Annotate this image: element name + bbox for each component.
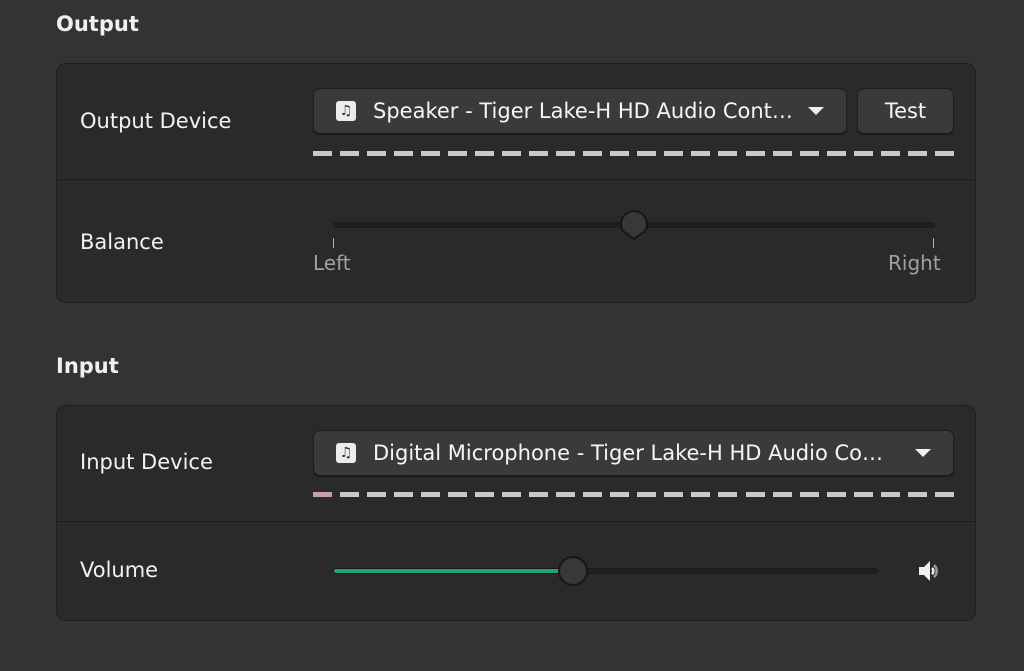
- level-segment: [907, 492, 927, 497]
- output-card: Output Device ♫ Speaker - Tiger Lake-H H…: [56, 63, 976, 303]
- level-segment: [556, 151, 576, 156]
- level-segment: [691, 151, 711, 156]
- level-segment: [745, 151, 765, 156]
- level-segment: [772, 151, 792, 156]
- level-segment: [637, 492, 657, 497]
- output-level-meter: [313, 151, 954, 156]
- level-segment: [772, 492, 792, 497]
- level-segment: [664, 492, 684, 497]
- level-segment: [880, 492, 900, 497]
- input-section-title: Input: [56, 354, 119, 378]
- input-device-row: Input Device ♫ Digital Microphone - Tige…: [57, 406, 975, 521]
- level-segment: [502, 492, 522, 497]
- output-section-title: Output: [56, 12, 139, 36]
- level-segment: [691, 492, 711, 497]
- level-segment: [448, 151, 468, 156]
- level-segment: [934, 492, 954, 497]
- level-segment: [502, 151, 522, 156]
- level-segment: [934, 151, 954, 156]
- volume-slider-fill: [334, 569, 573, 573]
- input-device-dropdown[interactable]: ♫ Digital Microphone - Tiger Lake-H HD A…: [313, 430, 954, 476]
- balance-row: Balance Left Right: [57, 179, 975, 303]
- level-segment: [529, 151, 549, 156]
- balance-left-label: Left: [313, 251, 351, 275]
- level-segment: [826, 151, 846, 156]
- balance-right-label: Right: [888, 251, 941, 275]
- level-segment: [799, 492, 819, 497]
- level-segment: [556, 492, 576, 497]
- level-segment: [853, 492, 873, 497]
- level-segment: [880, 151, 900, 156]
- level-segment: [610, 492, 630, 497]
- chevron-down-icon: [915, 449, 931, 457]
- level-segment: [421, 151, 441, 156]
- balance-tick-right: [933, 238, 934, 248]
- level-segment: [367, 492, 387, 497]
- level-segment: [718, 492, 738, 497]
- input-card: Input Device ♫ Digital Microphone - Tige…: [56, 405, 976, 621]
- balance-slider-handle[interactable]: [618, 209, 650, 249]
- level-segment: [745, 492, 765, 497]
- level-segment: [826, 492, 846, 497]
- input-device-selected: Digital Microphone - Tiger Lake-H HD Aud…: [373, 441, 883, 465]
- music-note-icon: ♫: [336, 443, 356, 463]
- level-segment: [421, 492, 441, 497]
- level-segment: [475, 151, 495, 156]
- volume-row: Volume: [57, 521, 975, 621]
- level-segment: [907, 151, 927, 156]
- level-segment: [475, 492, 495, 497]
- balance-label: Balance: [80, 230, 164, 254]
- input-device-label: Input Device: [80, 450, 213, 474]
- level-segment: [394, 151, 414, 156]
- volume-slider-handle[interactable]: [557, 556, 588, 586]
- speaker-volume-icon[interactable]: [916, 557, 944, 585]
- level-segment: [664, 151, 684, 156]
- level-segment: [367, 151, 387, 156]
- input-level-meter: [313, 492, 954, 497]
- volume-label: Volume: [80, 558, 159, 582]
- chevron-down-icon: [808, 107, 824, 115]
- level-segment: [529, 492, 549, 497]
- test-button[interactable]: Test: [857, 88, 954, 134]
- volume-slider-track[interactable]: [333, 568, 878, 574]
- level-segment: [448, 492, 468, 497]
- output-device-dropdown[interactable]: ♫ Speaker - Tiger Lake-H HD Audio Cont…: [313, 88, 847, 134]
- output-device-label: Output Device: [80, 109, 232, 133]
- music-note-icon: ♫: [336, 101, 356, 121]
- level-segment: [340, 151, 360, 156]
- level-segment: [583, 492, 603, 497]
- level-segment: [313, 492, 332, 497]
- level-segment: [637, 151, 657, 156]
- level-segment: [340, 492, 360, 497]
- level-segment: [610, 151, 630, 156]
- level-segment: [313, 151, 332, 156]
- level-segment: [583, 151, 603, 156]
- output-device-row: Output Device ♫ Speaker - Tiger Lake-H H…: [57, 64, 975, 179]
- level-segment: [718, 151, 738, 156]
- level-segment: [394, 492, 414, 497]
- output-device-selected: Speaker - Tiger Lake-H HD Audio Cont…: [373, 99, 793, 123]
- balance-tick-left: [333, 238, 334, 248]
- level-segment: [853, 151, 873, 156]
- level-segment: [799, 151, 819, 156]
